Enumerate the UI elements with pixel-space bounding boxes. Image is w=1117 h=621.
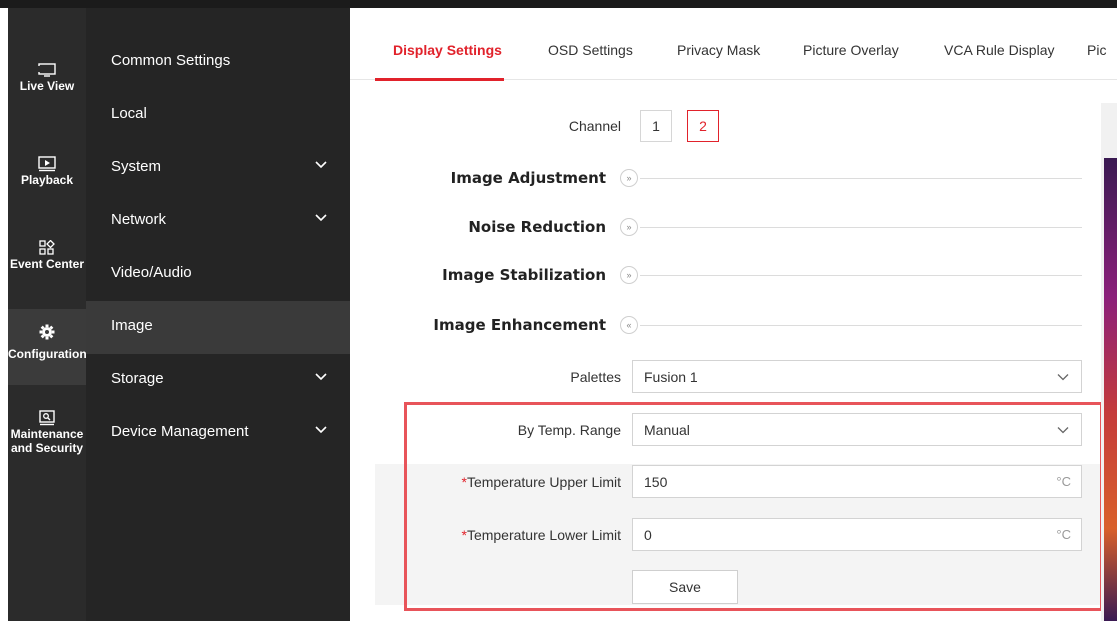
- chevron-double-up-icon: «: [626, 320, 632, 330]
- upper-limit-label-text: Temperature Upper Limit: [466, 474, 621, 490]
- section-divider: [640, 275, 1082, 276]
- celsius-unit: °C: [1056, 527, 1071, 542]
- nav-live-view[interactable]: Live View: [8, 53, 86, 125]
- lower-limit-input[interactable]: 0 °C: [632, 518, 1082, 551]
- tab-picture-overlay[interactable]: Picture Overlay: [803, 42, 899, 58]
- expand-noise-reduction[interactable]: »: [620, 218, 638, 236]
- tab-vca-rule-display[interactable]: VCA Rule Display: [944, 42, 1055, 58]
- config-menu: Common Settings Local System Network Vid…: [86, 8, 350, 621]
- playback-icon: [8, 155, 86, 173]
- chevron-down-icon: [315, 214, 327, 222]
- temp-range-label: By Temp. Range: [517, 422, 621, 438]
- nav-label: Configuration: [8, 347, 86, 361]
- nav-event-center[interactable]: Event Center: [8, 231, 86, 303]
- menu-item-system[interactable]: System: [86, 142, 350, 195]
- display-settings-panel: Channel 1 2 Image Adjustment » Noise Red…: [350, 80, 1117, 621]
- nav-playback[interactable]: Playback: [8, 147, 86, 219]
- save-button[interactable]: Save: [632, 570, 738, 604]
- menu-item-video-audio[interactable]: Video/Audio: [86, 248, 350, 301]
- thermal-preview-image: [1104, 158, 1117, 621]
- section-divider: [640, 325, 1082, 326]
- temp-range-value: Manual: [644, 422, 690, 438]
- image-enhancement-title: Image Enhancement: [433, 316, 606, 334]
- collapse-image-enhancement[interactable]: «: [620, 316, 638, 334]
- palettes-select[interactable]: Fusion 1: [632, 360, 1082, 393]
- gear-icon: [8, 323, 86, 341]
- tab-osd-settings[interactable]: OSD Settings: [548, 42, 633, 58]
- celsius-unit: °C: [1056, 474, 1071, 489]
- menu-item-label: Video/Audio: [111, 264, 192, 281]
- menu-item-label: System: [111, 158, 162, 175]
- palettes-label: Palettes: [570, 369, 621, 385]
- chevron-down-icon: [1057, 427, 1069, 434]
- lower-limit-value: 0: [644, 527, 652, 543]
- menu-item-device-management[interactable]: Device Management: [86, 407, 350, 460]
- tab-privacy-mask[interactable]: Privacy Mask: [677, 42, 760, 58]
- chevron-double-down-icon: »: [626, 270, 632, 280]
- main-nav: Live View Playback Event Center Configur…: [8, 8, 86, 621]
- chevron-double-down-icon: »: [626, 173, 632, 183]
- menu-item-local[interactable]: Local: [86, 89, 350, 142]
- channel-2-button[interactable]: 2: [687, 110, 719, 142]
- menu-item-label: Image: [111, 317, 153, 334]
- nav-maintenance-security[interactable]: Maintenance and Security: [8, 401, 86, 473]
- chevron-down-icon: [315, 161, 327, 169]
- expand-image-adjustment[interactable]: »: [620, 169, 638, 187]
- upper-limit-label: *Temperature Upper Limit: [461, 474, 621, 490]
- menu-item-label: Local: [111, 105, 147, 122]
- menu-item-storage[interactable]: Storage: [86, 354, 350, 407]
- expand-image-stabilization[interactable]: »: [620, 266, 638, 284]
- noise-reduction-title: Noise Reduction: [468, 218, 606, 236]
- image-adjustment-title: Image Adjustment: [450, 169, 606, 187]
- temp-range-select[interactable]: Manual: [632, 413, 1082, 446]
- menu-item-network[interactable]: Network: [86, 195, 350, 248]
- upper-limit-value: 150: [644, 474, 668, 490]
- nav-label: Maintenance and Security: [10, 427, 84, 455]
- menu-item-image[interactable]: Image: [86, 301, 350, 354]
- nav-configuration[interactable]: Configuration: [8, 309, 86, 385]
- upper-limit-input[interactable]: 150 °C: [632, 465, 1082, 498]
- chevron-down-icon: [315, 426, 327, 434]
- menu-item-common-settings[interactable]: Common Settings: [86, 36, 350, 89]
- chevron-double-down-icon: »: [626, 222, 632, 232]
- nav-label: Live View: [19, 79, 75, 93]
- channel-label: Channel: [568, 118, 621, 134]
- palettes-value: Fusion 1: [644, 369, 698, 385]
- tab-pic[interactable]: Pic: [1087, 42, 1106, 58]
- menu-item-label: Common Settings: [111, 52, 231, 69]
- section-divider: [640, 227, 1082, 228]
- tab-display-settings[interactable]: Display Settings: [393, 42, 502, 58]
- tab-bar: Display Settings OSD Settings Privacy Ma…: [350, 8, 1117, 81]
- chevron-down-icon: [315, 373, 327, 381]
- nav-label: Event Center: [9, 257, 85, 271]
- image-stabilization-title: Image Stabilization: [442, 266, 606, 284]
- channel-1-button[interactable]: 1: [640, 110, 672, 142]
- menu-item-label: Network: [111, 211, 167, 228]
- top-bar: [0, 0, 1117, 8]
- lower-limit-label: *Temperature Lower Limit: [461, 527, 621, 543]
- event-center-icon: [8, 239, 86, 257]
- chevron-down-icon: [1057, 374, 1069, 381]
- section-divider: [640, 178, 1082, 179]
- live-view-icon: [8, 61, 86, 79]
- maintenance-icon: [8, 409, 86, 427]
- lower-limit-label-text: Temperature Lower Limit: [466, 527, 621, 543]
- menu-item-label: Storage: [111, 370, 164, 387]
- nav-label: Playback: [20, 173, 74, 187]
- left-edge: [0, 8, 8, 621]
- menu-item-label: Device Management: [111, 423, 249, 440]
